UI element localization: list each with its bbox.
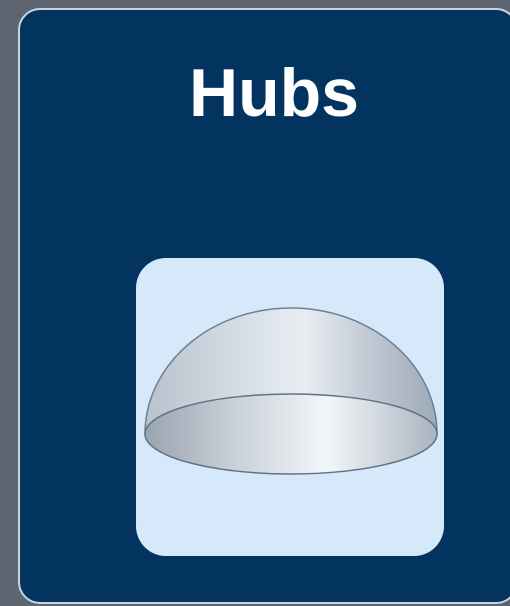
card-title: Hubs — [189, 55, 359, 131]
hemisphere-hub-icon — [144, 307, 438, 475]
hubs-category-card[interactable]: Hubs — [18, 8, 510, 604]
hub-image-tile — [136, 258, 444, 556]
